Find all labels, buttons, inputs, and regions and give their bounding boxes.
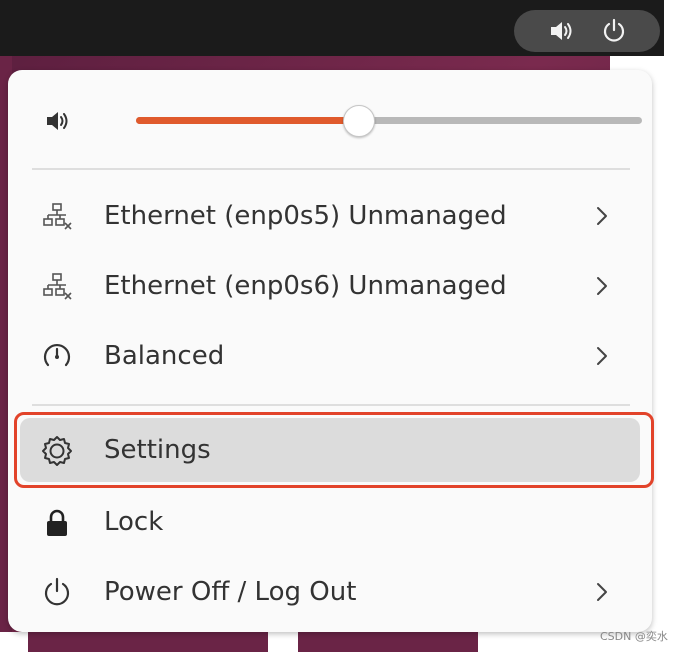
volume-slider-handle[interactable] xyxy=(342,105,375,137)
menu-item-label: Settings xyxy=(104,435,211,465)
chevron-right-icon xyxy=(592,344,612,368)
chevron-right-icon xyxy=(592,274,612,298)
menu-item-label: Lock xyxy=(104,507,164,537)
menu-item-ethernet-enp0s6[interactable]: Ethernet (enp0s6) Unmanaged xyxy=(20,254,640,318)
menu-item-ethernet-enp0s5[interactable]: Ethernet (enp0s5) Unmanaged xyxy=(20,184,640,248)
desktop-block xyxy=(28,632,268,652)
chevron-right-icon xyxy=(592,204,612,228)
menu-item-lock[interactable]: Lock xyxy=(20,490,640,554)
gear-icon xyxy=(40,434,74,468)
network-wired-icon xyxy=(40,270,74,304)
speaker-icon xyxy=(547,17,575,45)
top-bar xyxy=(0,0,664,56)
power-icon xyxy=(600,17,628,45)
power-icon xyxy=(40,576,74,610)
menu-item-label: Ethernet (enp0s6) Unmanaged xyxy=(104,271,507,301)
menu-item-label: Ethernet (enp0s5) Unmanaged xyxy=(104,201,507,231)
separator xyxy=(32,404,630,406)
chevron-right-icon xyxy=(592,580,612,604)
menu-item-power-mode[interactable]: Balanced xyxy=(20,324,640,388)
separator xyxy=(32,168,630,170)
network-wired-icon xyxy=(40,200,74,234)
menu-item-settings[interactable]: Settings xyxy=(20,418,640,482)
menu-item-label: Power Off / Log Out xyxy=(104,577,357,607)
menu-item-power-off-log-out[interactable]: Power Off / Log Out xyxy=(20,560,640,624)
speaker-icon xyxy=(44,106,74,136)
volume-slider-fill xyxy=(136,117,359,124)
watermark: CSDN @奕水 xyxy=(600,630,668,643)
volume-row xyxy=(38,100,642,140)
quick-settings-menu: Ethernet (enp0s5) Unmanaged Ethernet (en… xyxy=(8,70,654,632)
lock-icon xyxy=(40,506,74,540)
power-profile-icon xyxy=(40,340,74,374)
system-tray-button[interactable] xyxy=(514,10,660,52)
volume-slider[interactable] xyxy=(136,105,642,137)
menu-item-label: Balanced xyxy=(104,341,225,371)
desktop-block xyxy=(298,632,478,652)
